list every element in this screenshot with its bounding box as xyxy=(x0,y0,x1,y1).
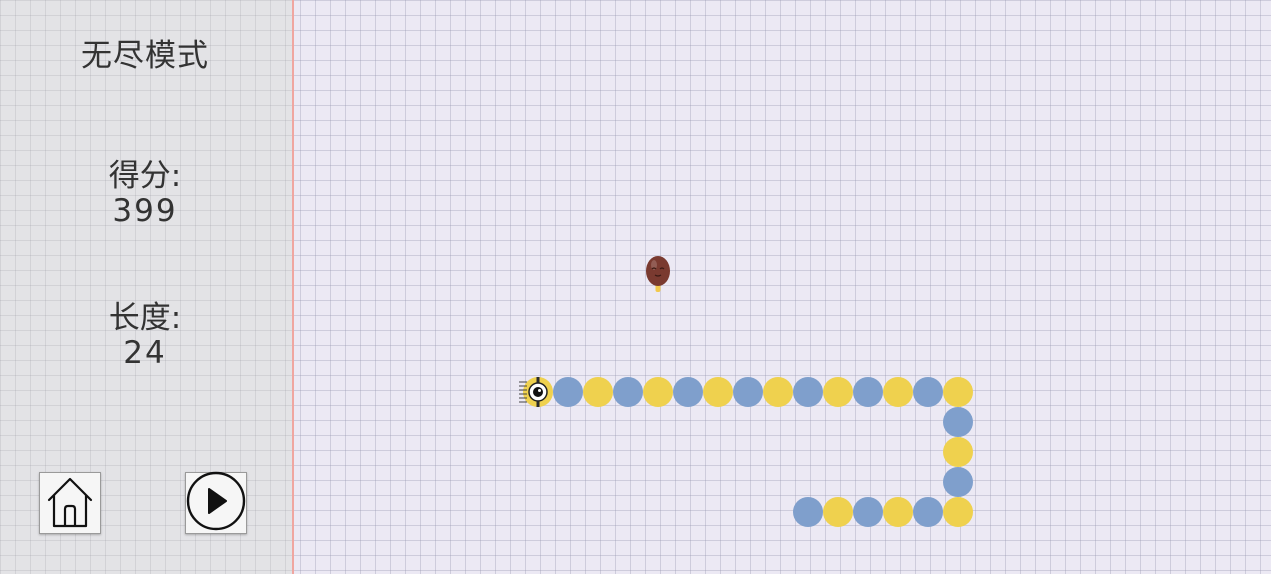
game-board[interactable] xyxy=(294,0,1271,574)
snake-segment xyxy=(583,377,613,407)
snake-segment xyxy=(643,377,673,407)
score-label: 得分: xyxy=(108,158,182,194)
sidebar: 无尽模式 得分: 399 长度: 24 xyxy=(0,0,294,574)
snake-segment xyxy=(793,497,823,527)
snake-segment xyxy=(613,377,643,407)
snake-segment xyxy=(943,497,973,527)
snake-head xyxy=(519,377,553,407)
snake-segment xyxy=(853,497,883,527)
play-button[interactable] xyxy=(185,471,247,535)
play-icon xyxy=(186,471,246,535)
snake-segment xyxy=(883,377,913,407)
mode-title: 无尽模式 xyxy=(81,38,209,74)
score-value: 399 xyxy=(112,193,178,229)
snake-segment xyxy=(943,437,973,467)
snake-segment xyxy=(913,497,943,527)
snake-segment xyxy=(553,377,583,407)
game-canvas xyxy=(519,256,973,527)
snake-segment xyxy=(943,377,973,407)
snake-segment xyxy=(883,497,913,527)
snake-segment xyxy=(733,377,763,407)
home-icon xyxy=(43,473,97,533)
snake-segment xyxy=(673,377,703,407)
snake-segment xyxy=(823,497,853,527)
snake-segment xyxy=(943,407,973,437)
food-popsicle-icon xyxy=(646,256,670,292)
snake-segment xyxy=(853,377,883,407)
home-button[interactable] xyxy=(39,472,101,534)
snake-segment xyxy=(943,467,973,497)
snake-segment xyxy=(913,377,943,407)
snake-segment xyxy=(793,377,823,407)
length-label: 长度: xyxy=(108,300,182,336)
snake-segment xyxy=(703,377,733,407)
length-value: 24 xyxy=(123,335,167,371)
snake-segment xyxy=(763,377,793,407)
snake-segment xyxy=(823,377,853,407)
